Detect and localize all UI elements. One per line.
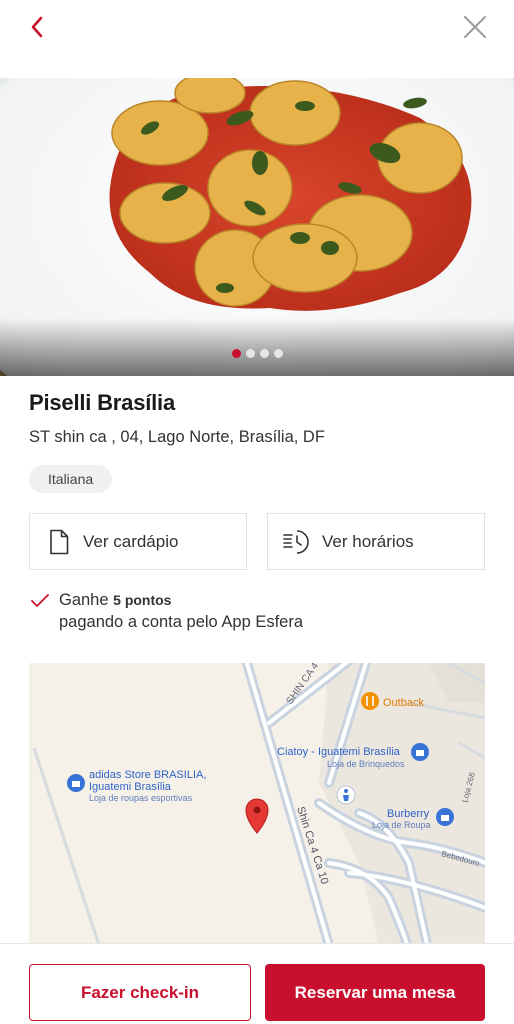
- pasta-dish-photo: [0, 78, 514, 376]
- gallery-dot[interactable]: [259, 349, 269, 358]
- map-poi-label: Ciatoy - Iguatemi Brasília: [277, 746, 401, 758]
- gallery-dot[interactable]: [231, 349, 241, 358]
- points-line: Ganhe 5 pontos: [59, 591, 171, 610]
- chevron-left-icon: [31, 16, 43, 38]
- bottom-action-bar: Fazer check-in Reservar uma mesa: [0, 943, 514, 1024]
- top-bar: [0, 0, 514, 78]
- reserve-table-button[interactable]: Reservar uma mesa: [265, 964, 485, 1021]
- close-button[interactable]: [458, 10, 492, 44]
- checkin-button[interactable]: Fazer check-in: [29, 964, 251, 1021]
- map-person-icon: [336, 785, 356, 805]
- gallery-dot[interactable]: [273, 349, 283, 358]
- back-button[interactable]: [22, 12, 52, 42]
- map-poi-sublabel: Loja de Roupa: [372, 820, 431, 830]
- map-poi-sublabel: Loja de Brinquedos: [327, 759, 405, 769]
- view-hours-label: Ver horários: [322, 531, 414, 551]
- map-poi-label: Outback: [383, 697, 424, 709]
- schedule-icon: [282, 528, 310, 556]
- photo-gallery[interactable]: [0, 78, 514, 376]
- cuisine-tag: Italiana: [29, 465, 113, 493]
- map-poi-sublabel: Loja de roupas esportivas: [89, 793, 193, 803]
- view-menu-button[interactable]: Ver cardápio: [29, 513, 247, 570]
- gallery-dot[interactable]: [245, 349, 255, 358]
- close-icon: [464, 16, 486, 38]
- document-icon: [47, 528, 71, 556]
- points-suffix: pagando a conta pelo App Esfera: [59, 613, 304, 631]
- map-poi-label: Iguatemi Brasília: [89, 781, 172, 793]
- map-poi-label: adidas Store BRASILIA,: [89, 769, 206, 781]
- map-poi-label: Burberry: [387, 808, 430, 820]
- view-hours-button[interactable]: Ver horários: [267, 513, 485, 570]
- check-icon: [31, 594, 49, 607]
- gallery-dots: [0, 349, 514, 358]
- points-prefix: Ganhe: [59, 591, 109, 609]
- view-menu-label: Ver cardápio: [83, 531, 179, 551]
- points-amount: 5 pontos: [113, 592, 172, 608]
- restaurant-name: Piselli Brasília: [29, 390, 175, 415]
- restaurant-address: ST shin ca , 04, Lago Norte, Brasília, D…: [29, 428, 325, 446]
- location-map[interactable]: SHIN CA 4 Shin Ca 4 Ca 10 Loja 268 Bebed…: [29, 663, 485, 945]
